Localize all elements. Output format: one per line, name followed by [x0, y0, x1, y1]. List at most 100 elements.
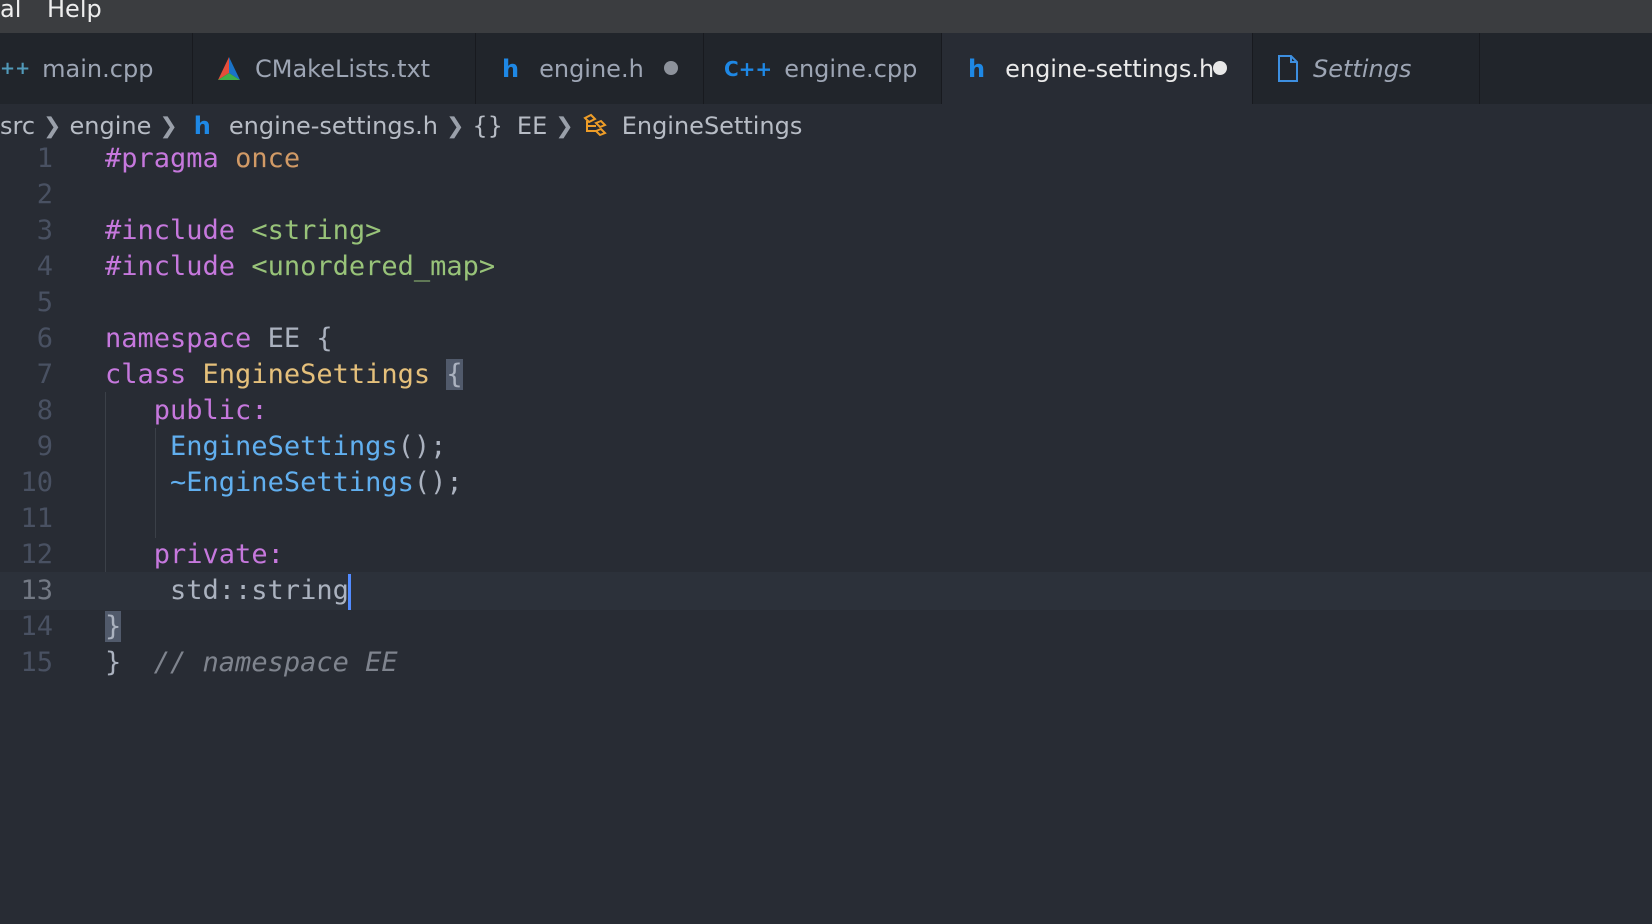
code-line[interactable]: 14}: [0, 608, 1652, 646]
menu-terminal[interactable]: al: [0, 0, 21, 29]
line-number: 7: [36, 359, 53, 390]
code-text: namespace EE {: [105, 320, 333, 358]
code-line[interactable]: 1 #pragma once: [0, 140, 1652, 178]
unsaved-dot-icon[interactable]: [1213, 61, 1227, 75]
line-number: 3: [36, 215, 53, 246]
code-token: <string>: [251, 215, 382, 246]
menu-help[interactable]: Help: [47, 0, 102, 29]
breadcrumb-label: engine-settings.h: [228, 112, 438, 140]
line-number: 9: [36, 431, 53, 462]
line-number: 5: [36, 287, 53, 318]
cmake-icon: [217, 56, 241, 82]
code-text: #pragma once: [105, 140, 300, 178]
breadcrumb-item-src[interactable]: src: [0, 112, 35, 140]
tab-label: main.cpp: [42, 54, 154, 83]
code-token: }: [105, 611, 122, 642]
code-token: ();: [413, 467, 463, 498]
code-token: private:: [153, 539, 284, 570]
line-number: 1: [36, 143, 53, 174]
code-token: // namespace EE: [153, 647, 398, 678]
code-token: {: [446, 359, 463, 390]
code-token: namespace: [105, 323, 252, 354]
namespace-icon: {}: [472, 112, 503, 140]
code-text: ~EngineSettings();: [105, 464, 463, 502]
line-number: 12: [20, 539, 53, 570]
code-text: std::string: [105, 572, 351, 610]
code-editor[interactable]: 1 #pragma once 2 3 #include <string> 4 #includ…: [0, 143, 1652, 924]
code-line[interactable]: 3 #include <string>: [0, 212, 1652, 250]
tab-settings[interactable]: Settings: [1253, 33, 1480, 104]
line-number: 14: [20, 611, 53, 642]
line-number: 10: [20, 467, 53, 498]
code-text: }: [105, 608, 122, 646]
code-token: #include: [105, 251, 236, 282]
code-line[interactable]: 5: [0, 284, 1652, 322]
code-line[interactable]: 6 namespace EE {: [0, 320, 1652, 358]
chevron-right-icon: ❯: [555, 113, 574, 139]
code-text: class EngineSettings {: [105, 356, 463, 394]
line-number: 15: [20, 647, 53, 678]
line-number: 6: [36, 323, 53, 354]
tab-label: engine.cpp: [784, 54, 918, 83]
tab-engine-cpp[interactable]: C++ engine.cpp: [704, 33, 942, 104]
line-number: 8: [36, 395, 53, 426]
code-token: ~EngineSettings: [170, 467, 414, 498]
tab-main-cpp[interactable]: ++ main.cpp: [0, 33, 193, 104]
code-token: public:: [153, 395, 268, 426]
cpp-icon: C++: [724, 56, 773, 81]
tab-label: engine.h: [539, 54, 644, 83]
breadcrumb-item-namespace[interactable]: {} EE: [472, 112, 547, 140]
code-line[interactable]: 8 public:: [0, 392, 1652, 430]
line-number: 13: [20, 575, 53, 606]
breadcrumb-label: EngineSettings: [621, 112, 803, 140]
code-line[interactable]: 15} // namespace EE: [0, 644, 1652, 682]
code-text: public:: [105, 392, 268, 430]
header-icon: h: [968, 54, 986, 83]
code-line[interactable]: 11: [0, 500, 1652, 538]
tab-engine-settings-h[interactable]: h engine-settings.h: [942, 33, 1253, 104]
header-icon: h: [502, 54, 520, 83]
code-line[interactable]: 4 #include <unordered_map>: [0, 248, 1652, 286]
tab-bar: ++ main.cpp CMakeLists.txt h engine.h C+…: [0, 33, 1652, 104]
menu-bar: al Help: [0, 0, 1652, 33]
chevron-right-icon: ❯: [43, 113, 62, 139]
code-line[interactable]: 12 private:: [0, 536, 1652, 574]
code-token: EngineSettings: [202, 359, 431, 390]
tab-engine-h[interactable]: h engine.h: [476, 33, 704, 104]
breadcrumb-item-engine[interactable]: engine: [69, 112, 151, 140]
tab-label: Settings: [1313, 54, 1412, 83]
code-line[interactable]: 9 EngineSettings();: [0, 428, 1652, 466]
chevron-right-icon: ❯: [445, 113, 465, 139]
code-token: #include: [105, 215, 236, 246]
code-token: once: [235, 143, 301, 174]
line-number: 2: [36, 179, 53, 210]
code-token: class: [105, 359, 187, 390]
code-line[interactable]: 13 std::string: [0, 572, 1652, 610]
text-cursor: [347, 573, 351, 610]
code-line[interactable]: 2: [0, 176, 1652, 214]
unsaved-dot-icon[interactable]: [664, 61, 678, 75]
tab-label: CMakeLists.txt: [255, 54, 431, 83]
code-line[interactable]: 7 class EngineSettings {: [0, 356, 1652, 394]
tab-cmakelists[interactable]: CMakeLists.txt: [193, 33, 476, 104]
file-icon: [1277, 55, 1299, 82]
breadcrumb-label: EE: [516, 112, 548, 140]
code-token: <unordered_map>: [251, 251, 496, 282]
breadcrumb-item-class[interactable]: EngineSettings: [582, 112, 803, 140]
code-text: #include <string>: [105, 212, 381, 250]
code-text: private:: [105, 536, 284, 574]
header-icon: h: [193, 112, 211, 140]
class-icon: [582, 113, 608, 139]
breadcrumb-item-file[interactable]: h engine-settings.h: [186, 112, 438, 140]
code-line[interactable]: 10 ~EngineSettings();: [0, 464, 1652, 502]
code-text: EngineSettings();: [105, 428, 446, 466]
